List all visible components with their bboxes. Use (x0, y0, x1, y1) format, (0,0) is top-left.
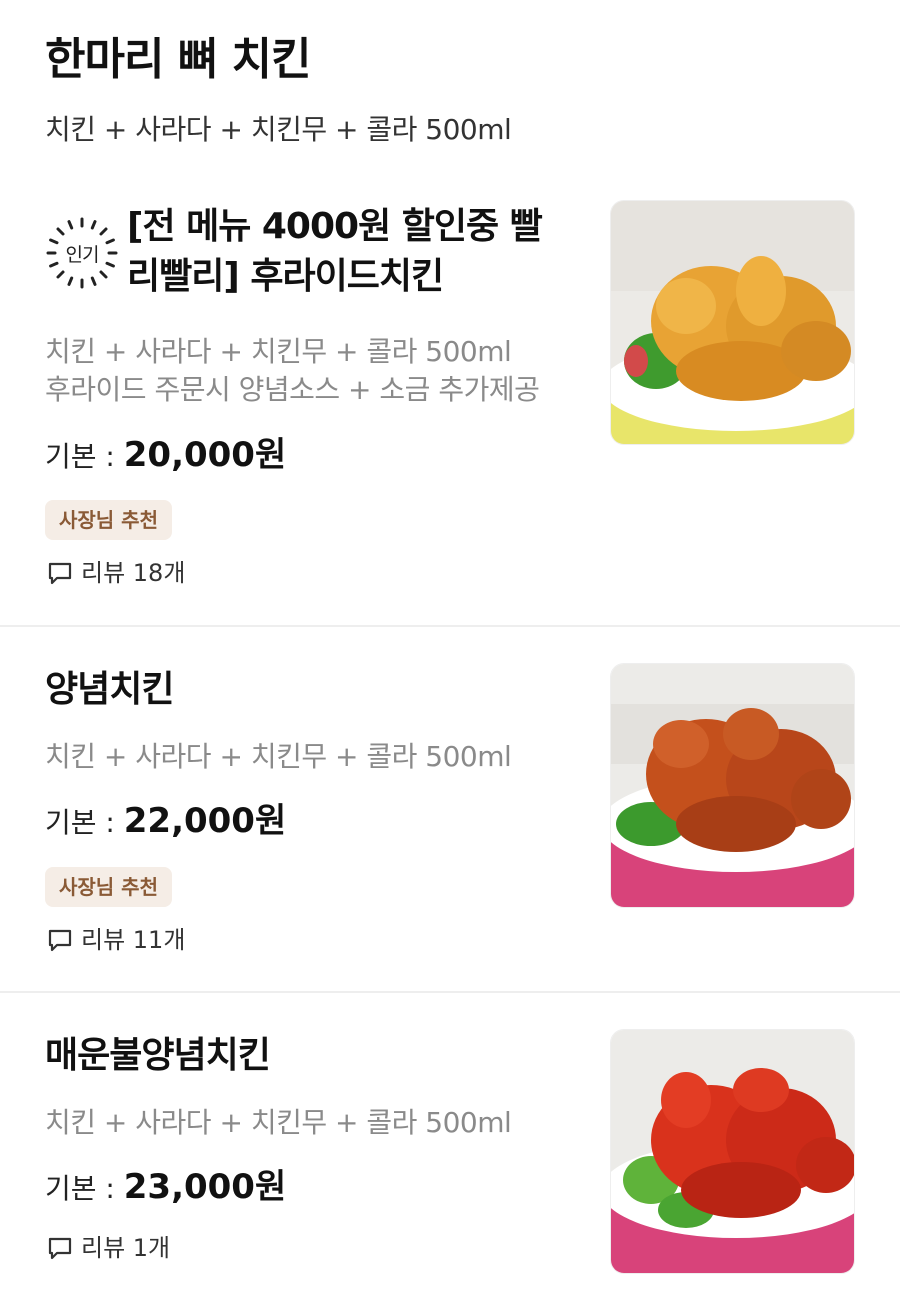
price-row: 기본 : 23,000원 (45, 1167, 286, 1209)
item-title-row: 매운불양념치킨 (45, 1031, 271, 1081)
menu-item-spicy-chicken[interactable]: 매운불양념치킨 치킨 + 사라다 + 치킨무 + 콜라 500ml 기본 : 2… (0, 991, 900, 1297)
fried-chicken-image[interactable] (610, 200, 855, 445)
owner-recommend-badge: 사장님 추천 (45, 867, 172, 907)
item-description-line-2: 후라이드 주문시 양념소스 + 소금 추가제공 (45, 373, 540, 406)
price-value: 22,000원 (123, 801, 287, 841)
review-count[interactable]: 리뷰 1개 (45, 1233, 170, 1263)
review-label: 리뷰 18개 (81, 559, 186, 587)
seasoned-chicken-image[interactable] (610, 663, 855, 908)
popular-label: 인기 (65, 243, 100, 266)
owner-recommend-badge: 사장님 추천 (45, 500, 172, 540)
item-title: 매운불양념치킨 (45, 1035, 271, 1076)
item-title-row: 양념치킨 (45, 665, 174, 715)
menu-item-fried-chicken[interactable]: 인기 [전 메뉴 4000원 할인중 빨 리빨리] 후라이드치킨 치킨 + 사라… (0, 180, 900, 625)
fried-chicken-photo-icon (611, 201, 854, 444)
item-title-row: 인기 [전 메뉴 4000원 할인중 빨 리빨리] 후라이드치킨 (45, 202, 543, 302)
price-value: 20,000원 (123, 435, 287, 475)
price-label: 기본 : (45, 440, 124, 473)
price-row: 기본 : 20,000원 (45, 435, 286, 477)
price-row: 기본 : 22,000원 (45, 801, 286, 843)
item-description: 치킨 + 사라다 + 치킨무 + 콜라 500ml (45, 740, 512, 773)
review-label: 리뷰 11개 (81, 926, 186, 954)
item-description: 치킨 + 사라다 + 치킨무 + 콜라 500ml (45, 1106, 512, 1139)
price-label: 기본 : (45, 1172, 124, 1205)
menu-section-header: 한마리 뼈 치킨 치킨 + 사라다 + 치킨무 + 콜라 500ml (45, 30, 865, 150)
speech-bubble-icon (48, 929, 72, 952)
speech-bubble-icon (48, 1237, 72, 1260)
item-title-line-1: [전 메뉴 4000원 할인중 빨 (127, 206, 543, 247)
popular-badge: 인기 (45, 216, 119, 290)
speech-bubble-icon (48, 562, 72, 585)
item-title-line-2: 리빨리] 후라이드치킨 (127, 256, 444, 297)
price-label: 기본 : (45, 806, 124, 839)
item-description-line-1: 치킨 + 사라다 + 치킨무 + 콜라 500ml (45, 335, 512, 368)
price-value: 23,000원 (123, 1167, 287, 1207)
item-title: [전 메뉴 4000원 할인중 빨 리빨리] 후라이드치킨 (127, 202, 543, 302)
menu-item-seasoned-chicken[interactable]: 양념치킨 치킨 + 사라다 + 치킨무 + 콜라 500ml 기본 : 22,0… (0, 625, 900, 991)
review-count[interactable]: 리뷰 11개 (45, 925, 185, 955)
spicy-chicken-photo-icon (611, 1030, 854, 1273)
seasoned-chicken-photo-icon (611, 664, 854, 907)
spicy-chicken-image[interactable] (610, 1029, 855, 1274)
section-title: 한마리 뼈 치킨 (45, 34, 312, 85)
review-label: 리뷰 1개 (81, 1234, 171, 1262)
review-count[interactable]: 리뷰 18개 (45, 558, 185, 588)
item-title: 양념치킨 (45, 669, 174, 710)
section-description: 치킨 + 사라다 + 치킨무 + 콜라 500ml (45, 113, 512, 146)
